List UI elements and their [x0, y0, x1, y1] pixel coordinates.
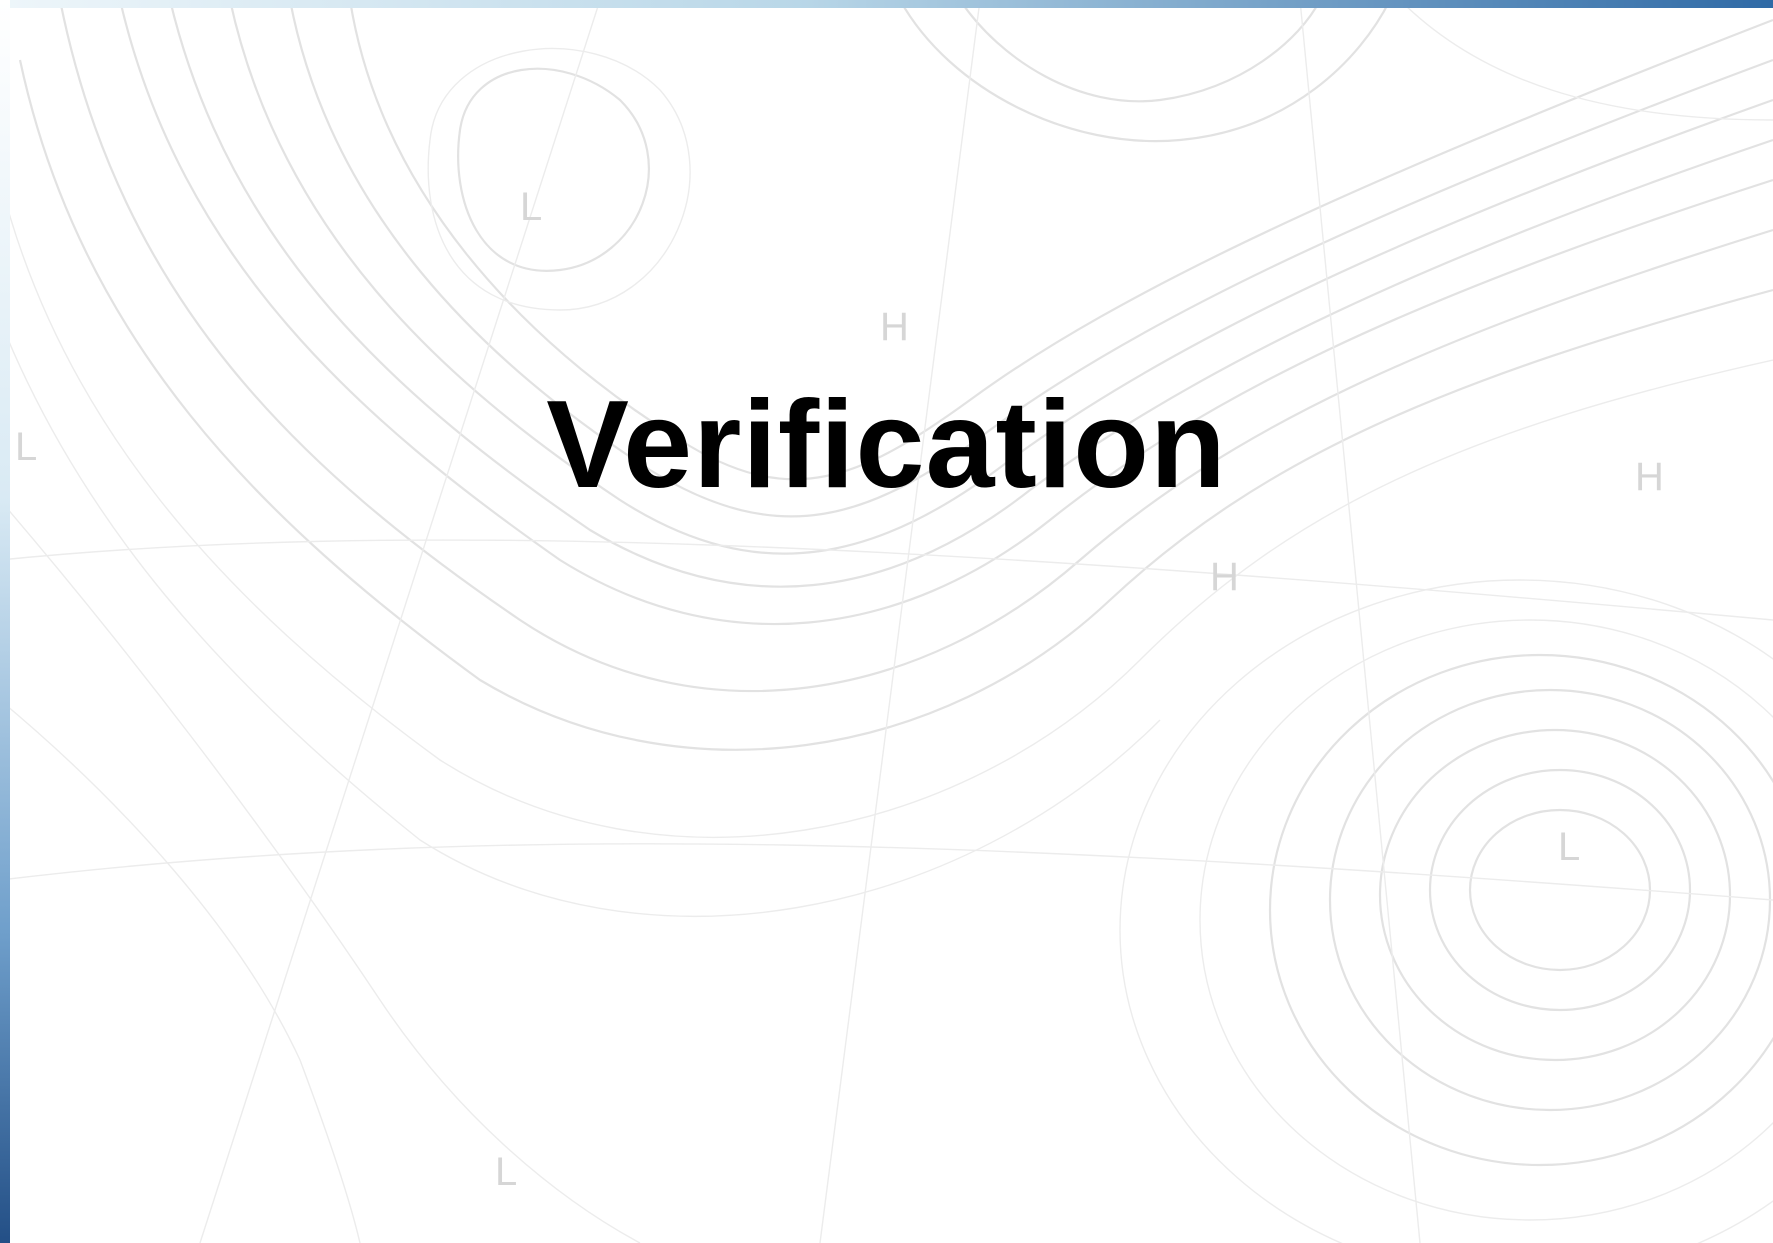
map-symbol-low: L: [520, 185, 542, 229]
weather-map-background: L H L H H L L: [0, 0, 1773, 1243]
map-symbol-low: L: [495, 1150, 517, 1194]
top-accent-bar: [0, 0, 1773, 8]
map-symbol-low: L: [1558, 825, 1580, 869]
map-symbol-high: H: [880, 305, 909, 349]
map-symbol-high: H: [1210, 555, 1239, 599]
left-accent-bar: [0, 0, 10, 1243]
slide: L H L H H L L Verification: [0, 0, 1773, 1243]
slide-title: Verification: [546, 376, 1227, 515]
